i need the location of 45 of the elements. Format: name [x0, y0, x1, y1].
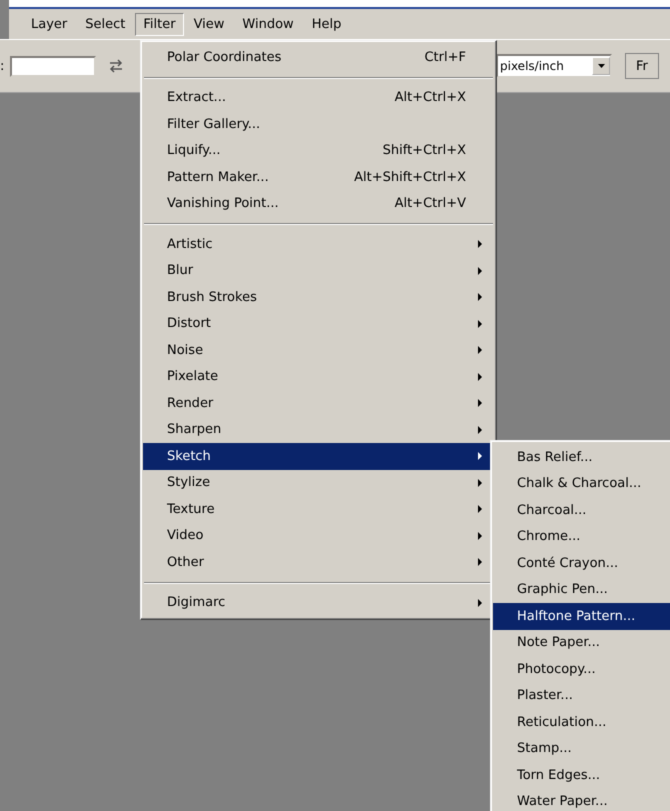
caret-icon [598, 64, 604, 68]
menu-item[interactable]: Conté Crayon... [493, 550, 670, 576]
menu-item[interactable]: Digimarc [143, 590, 494, 616]
menu-item[interactable]: Video [143, 522, 494, 549]
menu-item[interactable]: Sharpen [143, 416, 494, 443]
menu-item[interactable]: Filter Gallery... [143, 111, 494, 138]
menu-item[interactable]: Chrome... [493, 524, 670, 550]
menu-item[interactable]: Render [143, 390, 494, 416]
menu-title[interactable]: View [186, 12, 232, 36]
menu-item[interactable]: Charcoal... [493, 497, 670, 524]
menu-item[interactable]: Liquify... Shift+Ctrl+X [143, 138, 494, 164]
options-button[interactable]: Fr [625, 53, 659, 79]
swap-icon[interactable] [108, 59, 124, 73]
menu-item[interactable]: Blur [143, 258, 494, 284]
menu-item[interactable]: Graphic Pen... [493, 576, 670, 603]
menu-item[interactable]: Note Paper... [493, 630, 670, 656]
menu-title[interactable]: Layer [23, 12, 76, 36]
menu-item[interactable]: Artistic [143, 231, 494, 258]
menu-item[interactable]: Reticulation... [493, 709, 670, 736]
menu-item[interactable]: Distort [143, 310, 494, 337]
field-label: : [0, 58, 6, 74]
menu-item[interactable]: Texture [143, 496, 494, 522]
menu-title[interactable]: Help [304, 12, 350, 36]
menu-item[interactable]: Plaster... [493, 682, 670, 709]
menu-item[interactable]: Brush Strokes [143, 284, 494, 310]
menu-item[interactable]: Stamp... [493, 736, 670, 762]
menu-item[interactable]: Chalk & Charcoal... [493, 470, 670, 497]
menu-title[interactable]: Filter [135, 12, 184, 36]
menu-item[interactable]: Bas Relief... [493, 444, 670, 470]
menu-item[interactable]: Pixelate [143, 364, 494, 390]
menu-item[interactable]: Noise [143, 337, 494, 364]
unit-dropdown[interactable]: pixels/inch [496, 54, 612, 78]
menu-item[interactable]: Torn Edges... [493, 762, 670, 788]
input-field[interactable] [10, 56, 96, 76]
menu-title[interactable]: Select [77, 12, 134, 36]
menu-item[interactable]: Stylize [143, 470, 494, 496]
menu-item[interactable]: Photocopy... [493, 656, 670, 682]
menu-title[interactable]: Window [234, 12, 302, 36]
menu-item[interactable]: Polar Coordinates Ctrl+F [143, 44, 494, 70]
menu-item[interactable]: Pattern Maker... Alt+Shift+Ctrl+X [143, 164, 494, 190]
menu-item[interactable]: Water Paper... [493, 788, 670, 811]
menu-item[interactable]: Other [143, 549, 494, 576]
menu-item[interactable]: Halftone Pattern... [493, 603, 670, 630]
menu-item[interactable]: Vanishing Point... Alt+Ctrl+V [143, 190, 494, 217]
menu-item[interactable]: Extract... Alt+Ctrl+X [143, 84, 494, 111]
